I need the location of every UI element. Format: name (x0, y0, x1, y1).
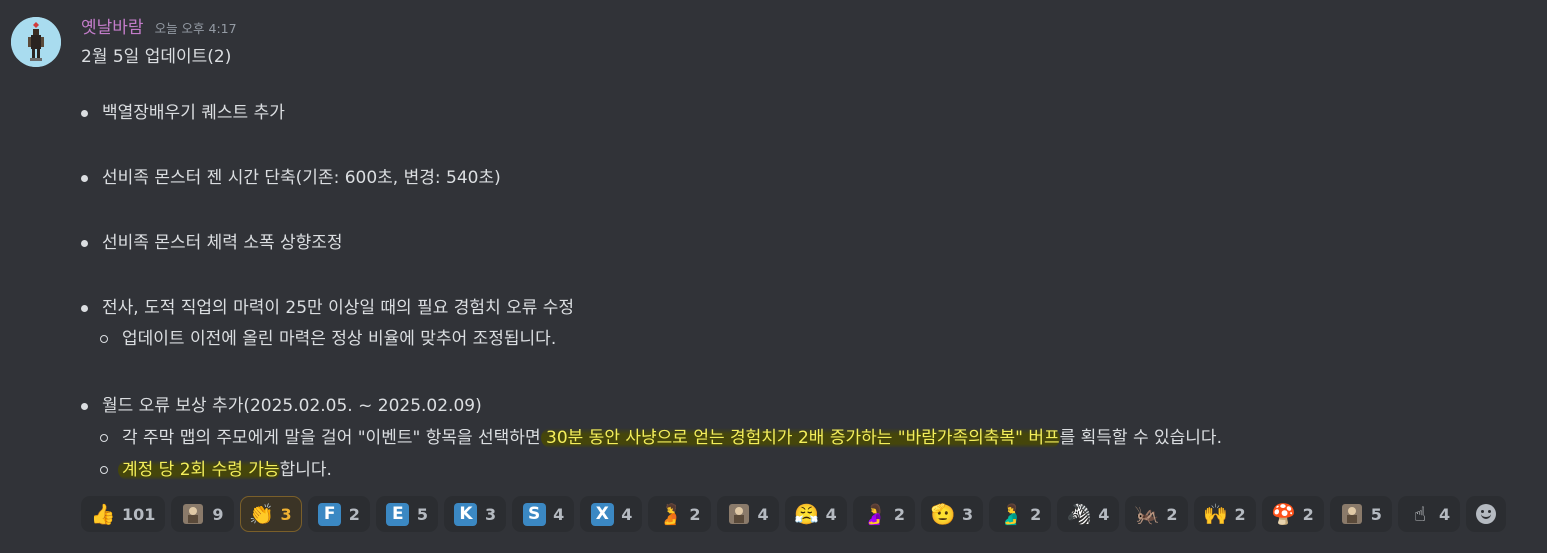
face-with-steam-icon: 😤 (794, 502, 820, 526)
list-item: 백열장배우기 퀘스트 추가 (102, 103, 285, 123)
bullet-icon (81, 305, 88, 312)
bullet-icon (81, 175, 88, 182)
reaction-button[interactable]: 🫄 2 (648, 496, 711, 532)
sub-list-item: 각 주막 맵의 주모에게 말을 걸어 "이벤트" 항목을 선택하면 30분 동안… (122, 427, 1222, 449)
reaction-button[interactable]: 👍 101 (81, 496, 166, 532)
pregnant-person-icon: 🫄 (657, 502, 683, 526)
reaction-count: 2 (1030, 504, 1042, 524)
reaction-count: 4 (757, 504, 769, 524)
reaction-count: 4 (825, 504, 837, 524)
reaction-count: 2 (1302, 504, 1314, 524)
reaction-button[interactable]: S4 (512, 496, 575, 532)
reaction-button[interactable]: X4 (580, 496, 643, 532)
custom-figure-icon (726, 501, 752, 527)
reaction-count: 2 (893, 504, 905, 524)
list-item: 전사, 도적 직업의 마력이 25만 이상일 때의 필요 경험치 오류 수정 (102, 298, 575, 318)
message-title: 2월 5일 업데이트(2) (81, 47, 232, 67)
reaction-button[interactable]: 9 (171, 496, 234, 532)
highlighted-text: 30분 동안 사냥으로 얻는 경험치가 2배 증가하는 "바람가족의축복" 버프 (540, 428, 1060, 448)
regional-letter: K (454, 502, 478, 526)
sub-list-item: 업데이트 이전에 올린 마력은 정상 비율에 맞추어 조정됩니다. (122, 329, 557, 349)
sub-bullet-icon (100, 434, 108, 442)
reaction-count: 3 (961, 504, 974, 524)
mushroom-icon: 🍄 (1271, 502, 1297, 526)
message-header: 옛날바람 오늘 오후 4:17 (81, 13, 237, 39)
bullet-icon (81, 110, 88, 117)
reaction-button[interactable]: 🤰 2 (852, 496, 915, 532)
reaction-count: 3 (280, 504, 292, 524)
reaction-count: 5 (416, 504, 428, 524)
regional-k-icon: K (453, 501, 479, 527)
reaction-button[interactable]: 🍄 2 (1261, 496, 1324, 532)
reaction-count: 4 (1098, 504, 1110, 524)
reaction-button[interactable]: ☝ 4 (1397, 496, 1461, 532)
reaction-button[interactable]: 🦓 4 (1057, 496, 1120, 532)
list-item: 선비족 몬스터 젠 시간 단축(기존: 600초, 변경: 540초) (102, 168, 501, 188)
pregnant-woman-icon: 🤰 (862, 502, 888, 526)
username[interactable]: 옛날바람 (81, 13, 144, 38)
reaction-count: 4 (621, 504, 633, 524)
saluting-face-icon: 🫡 (930, 502, 956, 526)
sub-item-text: 를 획득할 수 있습니다. (1059, 428, 1222, 448)
reaction-count: 5 (1370, 504, 1382, 524)
custom-face-icon (1339, 501, 1365, 527)
list-item: 선비족 몬스터 체력 소폭 상향조정 (102, 233, 343, 253)
reaction-button[interactable]: 🙌 2 (1193, 496, 1256, 532)
reaction-button[interactable]: F2 (307, 496, 370, 532)
highlighted-text: 계정 당 2회 수령 가능 (118, 460, 280, 480)
reaction-button[interactable]: E5 (375, 496, 438, 532)
reaction-count: 2 (689, 504, 701, 524)
avatar[interactable] (11, 17, 61, 67)
regional-e-icon: E (385, 501, 411, 527)
reaction-button[interactable]: 👏 3 (239, 496, 302, 532)
list-item: 월드 오류 보상 추가(2025.02.05. ~ 2025.02.09) (102, 396, 482, 416)
reaction-button[interactable]: 4 (716, 496, 779, 532)
timestamp[interactable]: 오늘 오후 4:17 (155, 18, 237, 37)
sub-bullet-icon (100, 335, 108, 343)
cricket-icon: 🦗 (1134, 502, 1160, 526)
reaction-button[interactable]: 🫃 2 (989, 496, 1052, 532)
chat-message: 옛날바람 오늘 오후 4:17 2월 5일 업데이트(2) 백열장배우기 퀘스트… (0, 0, 1547, 553)
regional-letter: F (318, 502, 342, 526)
reaction-button[interactable]: 5 (1329, 496, 1392, 532)
reaction-button[interactable]: 🦗 2 (1125, 496, 1188, 532)
sub-list-item: 계정 당 2회 수령 가능합니다. (118, 459, 332, 481)
regional-letter: X (590, 502, 614, 526)
reaction-count: 2 (1166, 504, 1178, 524)
reaction-count: 4 (553, 504, 565, 524)
regional-letter: E (386, 502, 410, 526)
reaction-button[interactable]: 😤 4 (784, 496, 847, 532)
regional-s-icon: S (521, 501, 547, 527)
regional-letter: S (522, 502, 546, 526)
reaction-count: 2 (348, 504, 360, 524)
thumbs-up-icon: 👍 (90, 502, 116, 526)
sub-item-text: 합니다. (279, 460, 332, 480)
bullet-icon (81, 240, 88, 247)
bullet-icon (81, 403, 88, 410)
reaction-count: 101 (122, 504, 156, 524)
custom-character-icon (180, 501, 206, 527)
clapping-hands-icon: 👏 (249, 502, 274, 526)
sub-item-text: 각 주막 맵의 주모에게 말을 걸어 "이벤트" 항목을 선택하면 (122, 428, 541, 448)
zebra-icon: 🦓 (1066, 502, 1092, 526)
reaction-count: 2 (1234, 504, 1246, 524)
reaction-count: 3 (484, 504, 497, 524)
reaction-button[interactable]: K3 (443, 496, 507, 532)
sub-bullet-icon (100, 466, 108, 474)
reaction-button[interactable]: 🫡 3 (920, 496, 984, 532)
reaction-bar: 👍 101 9 👏 3 F 2 E 5 K 3 S 4 X 4 🫄 2 4 😤 4 🤰 2 🫡 3 🫃 2 🦓 4 🦗 2 🙌 2 🍄 2 5 ☝ 4 (81, 496, 1507, 532)
smiley-icon (1476, 504, 1497, 524)
index-pointing-up-icon: ☝ (1413, 502, 1427, 526)
regional-x-icon: X (589, 501, 615, 527)
reaction-count: 9 (212, 504, 224, 524)
add-reaction-button[interactable] (1466, 496, 1507, 532)
pregnant-man-icon: 🫃 (998, 502, 1024, 526)
reaction-count: 4 (1438, 504, 1451, 524)
avatar-character-icon (11, 17, 61, 67)
regional-f-icon: F (317, 501, 343, 527)
raising-hands-icon: 🙌 (1203, 502, 1228, 526)
